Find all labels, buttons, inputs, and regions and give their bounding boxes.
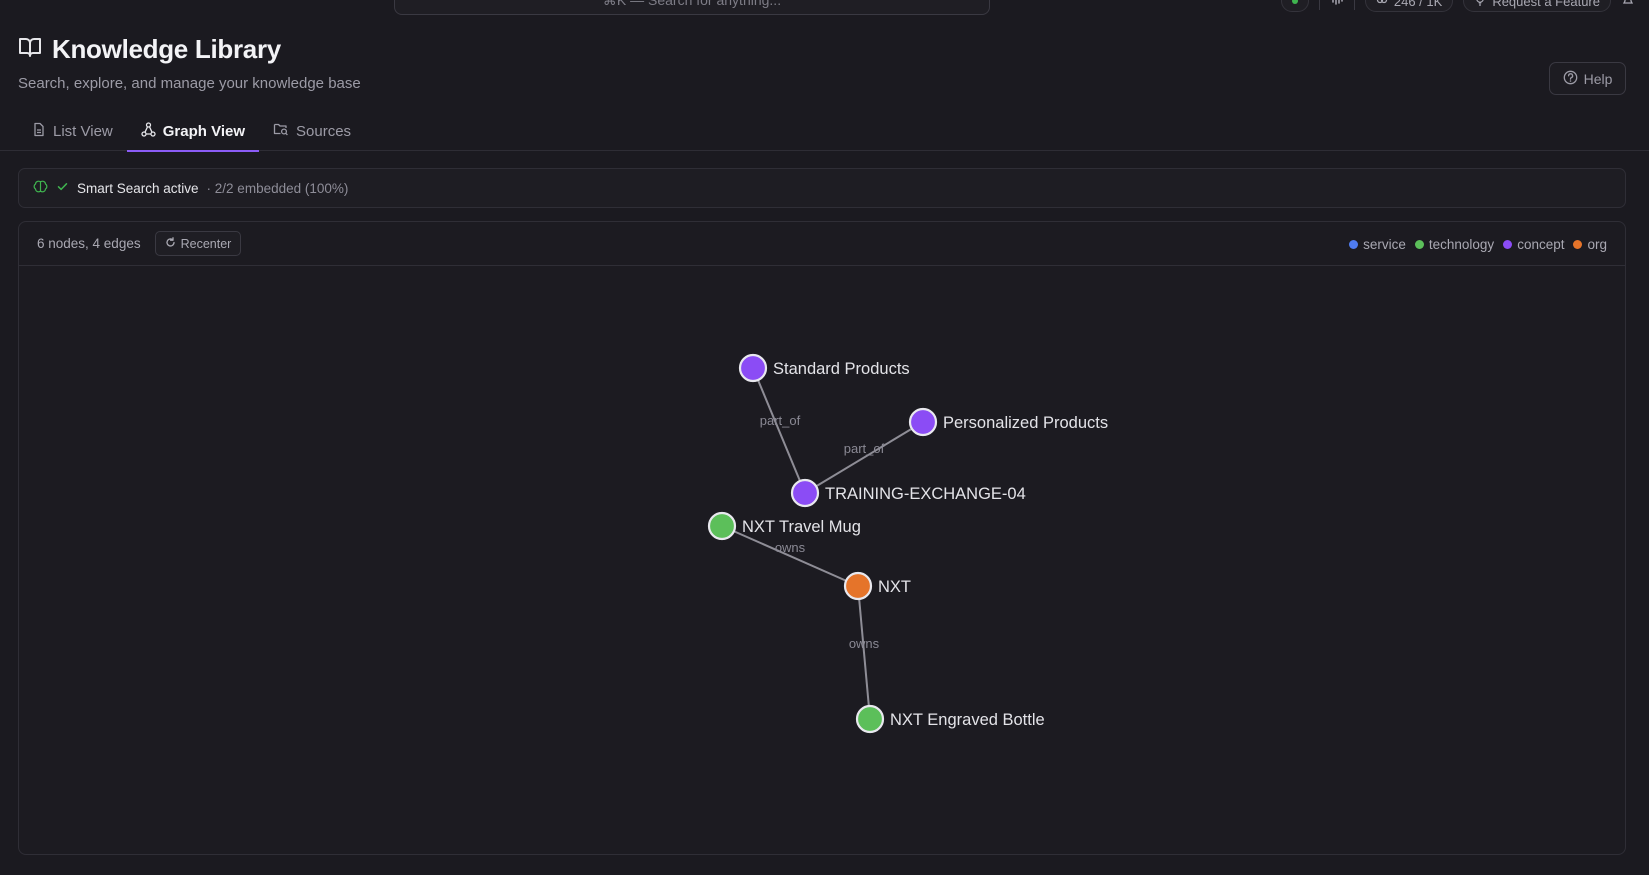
graph-node-bottle[interactable]: NXT Engraved Bottle <box>855 704 1045 734</box>
status-dot-icon <box>1291 0 1298 4</box>
node-label: Personalized Products <box>943 414 1108 432</box>
graph-node-mug[interactable]: NXT Travel Mug <box>707 511 861 541</box>
node-circle[interactable] <box>908 407 938 437</box>
embedding-detail: · 2/2 embedded (100%) <box>206 180 349 196</box>
check-icon <box>56 180 69 196</box>
graph-edge-nxt-bottle <box>857 585 871 720</box>
lightbulb-icon <box>1474 0 1486 9</box>
view-tabs: List View Graph View Sources <box>18 111 1649 152</box>
graph-node-training[interactable]: TRAINING-EXCHANGE-04 <box>790 478 1026 508</box>
tab-graph-view[interactable]: Graph View <box>126 111 260 152</box>
node-label: NXT Engraved Bottle <box>890 711 1045 729</box>
graph-edge-training-personalized <box>804 421 924 494</box>
graph-edge-training-standard <box>752 367 806 494</box>
top-bar: ⌘K — Search for anything... 246 / 1K Req… <box>0 0 1649 16</box>
smart-search-label: Smart Search active <box>77 180 199 196</box>
graph-node-standard[interactable]: Standard Products <box>738 353 910 383</box>
graph-panel: 6 nodes, 4 edges Recenter service techno… <box>18 221 1626 855</box>
audio-icon[interactable] <box>1330 0 1344 10</box>
edge-label: owns <box>849 636 880 651</box>
tab-sources[interactable]: Sources <box>259 111 365 151</box>
node-label: NXT Travel Mug <box>742 518 861 536</box>
divider <box>1353 0 1355 10</box>
knowledge-graph-canvas[interactable]: part_of part_ofowns owns Standard Products… <box>19 222 1626 855</box>
node-label: TRAINING-EXCHANGE-04 <box>825 485 1026 503</box>
document-icon <box>32 122 46 141</box>
help-circle-icon <box>1563 70 1578 88</box>
tab-label: List View <box>53 122 113 140</box>
folder-icon <box>273 122 289 140</box>
nodes-layer: Standard Products Personalized Products TR… <box>707 353 1108 734</box>
smart-search-status: Smart Search active · 2/2 embedded (100%… <box>18 168 1626 208</box>
tab-list-view[interactable]: List View <box>18 111 127 151</box>
tab-label: Sources <box>296 122 352 140</box>
node-circle[interactable] <box>855 704 885 734</box>
node-label: Standard Products <box>773 360 910 378</box>
divider <box>1318 0 1320 10</box>
page-subtitle: Search, explore, and manage your knowled… <box>18 75 361 92</box>
global-search-input[interactable]: ⌘K — Search for anything... <box>394 0 990 15</box>
graph-icon <box>141 121 156 141</box>
node-label: NXT <box>878 578 911 596</box>
request-feature-button[interactable]: Request a Feature <box>1463 0 1611 12</box>
node-circle[interactable] <box>738 353 768 383</box>
bell-icon[interactable] <box>1621 0 1635 10</box>
graph-node-personalized[interactable]: Personalized Products <box>908 407 1108 437</box>
node-circle[interactable] <box>790 478 820 508</box>
connection-status[interactable] <box>1280 0 1309 12</box>
edges-layer: part_of part_ofowns owns <box>721 367 924 720</box>
top-right-controls: 246 / 1K Request a Feature <box>1280 0 1635 12</box>
help-label: Help <box>1583 70 1613 87</box>
brain-icon <box>33 179 48 197</box>
graph-node-nxt[interactable]: NXT <box>843 571 911 601</box>
page-title: Knowledge Library <box>52 34 281 64</box>
link-icon <box>1376 0 1388 9</box>
node-circle[interactable] <box>843 571 873 601</box>
edge-label: part_of <box>760 413 801 428</box>
node-circle[interactable] <box>707 511 737 541</box>
request-feature-label: Request a Feature <box>1492 0 1600 9</box>
tab-label: Graph View <box>162 122 246 140</box>
usage-text: 246 / 1K <box>1393 0 1443 9</box>
book-open-icon <box>18 36 42 63</box>
page-header: Knowledge Library Search, explore, and m… <box>18 34 361 92</box>
edge-label: owns <box>775 540 806 555</box>
usage-counter[interactable]: 246 / 1K <box>1364 0 1454 12</box>
edge-label: part_of <box>844 441 885 456</box>
help-button[interactable]: Help <box>1549 62 1626 95</box>
